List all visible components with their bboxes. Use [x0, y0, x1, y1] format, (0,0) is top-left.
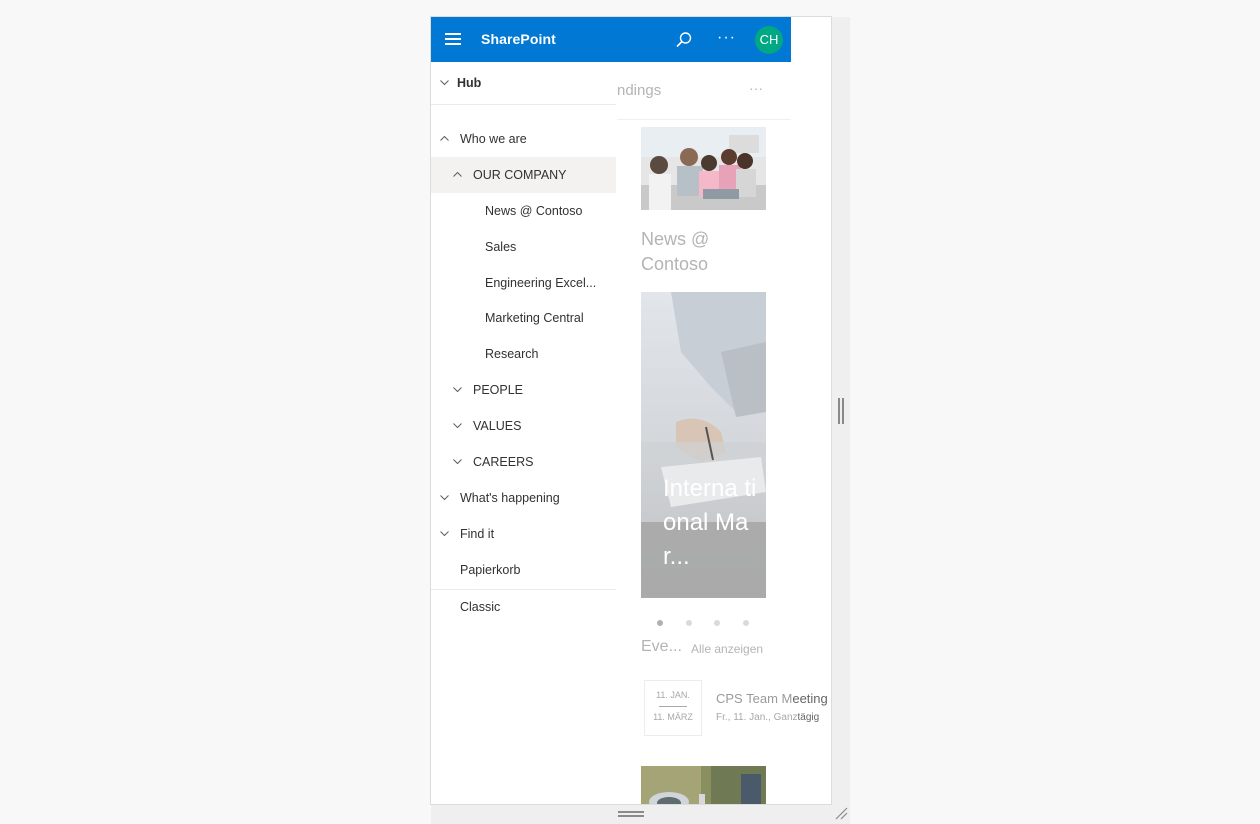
- avatar[interactable]: CH: [755, 26, 783, 54]
- events-section-title: Eve...: [641, 638, 682, 655]
- chevron-down-icon[interactable]: [453, 385, 462, 394]
- resize-handle-bottom[interactable]: [618, 811, 644, 817]
- nav-item-label: Papierkorb: [460, 563, 521, 577]
- nav-item-classic[interactable]: Classic: [431, 589, 616, 625]
- nav-item-engineering[interactable]: Engineering Excel...: [431, 265, 616, 301]
- nav-item-label: Who we are: [460, 132, 527, 146]
- nav-item-label: OUR COMPANY: [473, 168, 567, 182]
- nav-item-label: Sales: [485, 240, 517, 254]
- nav-item-sales[interactable]: Sales: [431, 229, 616, 265]
- nav-item-label: CAREERS: [473, 455, 534, 469]
- chevron-up-icon[interactable]: [453, 170, 462, 179]
- chevron-down-icon[interactable]: [440, 529, 449, 538]
- carousel-dot[interactable]: [657, 620, 663, 626]
- nav-item-hub[interactable]: Hub: [431, 65, 616, 101]
- event-date-end: 11. MÄRZ: [653, 712, 693, 722]
- nav-item-research[interactable]: Research: [431, 336, 616, 372]
- event-date-start: 11. JAN.: [656, 690, 690, 700]
- event-title-part: eeting: [792, 691, 828, 706]
- nav-divider: [431, 104, 616, 105]
- chevron-down-icon[interactable]: [453, 457, 462, 466]
- event-subtitle-part: Fr., 11. Jan., Ganz: [716, 712, 798, 723]
- nav-item-people[interactable]: PEOPLE: [431, 372, 616, 408]
- carousel-dot[interactable]: [685, 620, 692, 626]
- nav-item-papierkorb[interactable]: Papierkorb: [431, 552, 616, 588]
- hero-news-tile[interactable]: Interna tional Mar...: [641, 292, 766, 598]
- nav-item-our-company[interactable]: OUR COMPANY: [431, 157, 616, 193]
- chevron-down-icon[interactable]: [440, 78, 449, 87]
- event-title[interactable]: CPS Team Meeting: [716, 691, 828, 706]
- nav-item-label: VALUES: [473, 419, 522, 433]
- hero-news-title: Interna tional Mar...: [663, 475, 757, 570]
- nav-item-values[interactable]: VALUES: [431, 408, 616, 444]
- events-show-all-link[interactable]: Alle anzeigen: [691, 642, 763, 656]
- navigation-panel: Hub Who we are OUR COMPANY News @ Contos…: [431, 62, 616, 804]
- section-heading: ndings: [617, 82, 662, 99]
- nav-item-marketing[interactable]: Marketing Central: [431, 300, 616, 336]
- resize-grip-icon[interactable]: [834, 806, 848, 820]
- section-divider: [617, 119, 791, 120]
- nav-item-label: Classic: [460, 600, 501, 614]
- event-subtitle-part: tägig: [797, 712, 820, 723]
- nav-item-label: Engineering Excel...: [485, 276, 597, 290]
- suite-header: SharePoint ··· CH: [431, 17, 791, 62]
- chevron-up-icon[interactable]: [440, 134, 449, 143]
- nav-item-news[interactable]: News @ Contoso: [431, 193, 616, 229]
- event-subtitle: Fr., 11. Jan., Ganztägig: [716, 712, 819, 723]
- nav-item-whats-happening[interactable]: What's happening: [431, 480, 616, 516]
- nav-item-label: Marketing Central: [485, 311, 584, 325]
- chevron-down-icon[interactable]: [453, 421, 462, 430]
- search-icon[interactable]: [675, 31, 693, 49]
- news-section-title[interactable]: News @ Contoso: [641, 227, 771, 277]
- app-title[interactable]: SharePoint: [481, 31, 556, 47]
- nav-item-label: PEOPLE: [473, 383, 524, 397]
- nav-item-label: Hub: [457, 76, 482, 90]
- mobile-viewport: ndings ··· News @ Contoso Interna tional…: [430, 16, 832, 805]
- event-title-part: CPS Team M: [716, 691, 793, 706]
- carousel-dots: [657, 613, 771, 631]
- nav-item-label: What's happening: [460, 491, 560, 505]
- nav-item-find-it[interactable]: Find it: [431, 516, 616, 552]
- carousel-dot[interactable]: [714, 620, 720, 626]
- news-image-bottom[interactable]: [641, 766, 766, 804]
- nav-item-label: News @ Contoso: [485, 204, 583, 218]
- chevron-down-icon[interactable]: [440, 493, 449, 502]
- section-more-icon[interactable]: ···: [749, 80, 763, 96]
- nav-item-label: Find it: [460, 527, 495, 541]
- event-date-box: 11. JAN. 11. MÄRZ: [644, 680, 702, 736]
- more-icon[interactable]: ···: [717, 29, 736, 47]
- carousel-dot[interactable]: [742, 620, 749, 626]
- nav-item-label: Research: [485, 347, 539, 361]
- hamburger-icon[interactable]: [445, 33, 461, 45]
- news-thumbnail-image[interactable]: [641, 127, 766, 210]
- nav-item-who-we-are[interactable]: Who we are: [431, 121, 616, 157]
- nav-item-careers[interactable]: CAREERS: [431, 444, 616, 480]
- event-date-separator: [659, 706, 687, 707]
- resize-handle-right[interactable]: [838, 398, 844, 424]
